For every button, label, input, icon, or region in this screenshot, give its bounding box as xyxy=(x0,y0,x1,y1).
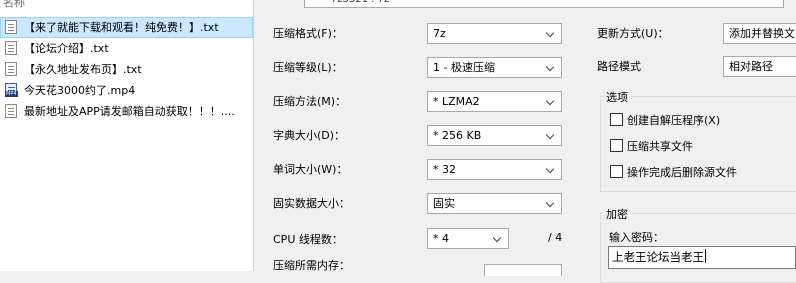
password-label: 输入密码： xyxy=(609,231,664,244)
file-list-item[interactable]: 最新地址及APP请发邮箱自动获取！！！.... xyxy=(0,101,253,122)
format-select[interactable]: 7z xyxy=(427,23,562,44)
file-list-item[interactable]: 今天花3000约了.mp4 xyxy=(0,80,253,101)
method-select[interactable]: * LZMA2 xyxy=(427,91,562,112)
level-label: 压缩等级(L)： xyxy=(273,61,343,74)
path-mode-value: 相对路径 xyxy=(729,60,773,73)
path-mode-label: 路径模式 xyxy=(597,60,641,73)
chevron-down-icon xyxy=(544,58,558,77)
format-label: 压缩格式(F)： xyxy=(273,27,343,40)
cpu-threads-select[interactable]: * 4 xyxy=(427,228,509,249)
password-value: 上老王论坛当老王 xyxy=(612,250,704,264)
solid-size-value: 固实 xyxy=(433,197,455,210)
level-select[interactable]: 1 - 极速压缩 xyxy=(427,57,562,78)
text-file-icon xyxy=(5,41,17,55)
chevron-down-icon xyxy=(544,194,558,213)
method-value: * LZMA2 xyxy=(433,95,480,108)
create-sfx-checkbox[interactable] xyxy=(610,113,623,126)
cpu-threads-total: / 4 xyxy=(548,231,563,244)
file-name: 【论坛介绍】.txt xyxy=(24,42,109,55)
solid-size-select[interactable]: 固实 xyxy=(427,193,562,214)
file-list-item[interactable]: 【论坛介绍】.txt xyxy=(0,38,253,59)
file-name: 最新地址及APP请发邮箱自动获取！！！.... xyxy=(24,105,235,118)
update-mode-value: 添加并替换文 xyxy=(729,27,795,40)
panel-divider[interactable] xyxy=(253,0,254,271)
method-label: 压缩方法(M)： xyxy=(273,95,347,108)
level-value: 1 - 极速压缩 xyxy=(433,61,495,74)
text-file-icon xyxy=(5,104,17,118)
encryption-group-title: 加密 xyxy=(604,206,630,222)
path-mode-select[interactable]: 相对路径 xyxy=(723,56,796,77)
create-sfx-label[interactable]: 创建自解压程序(X) xyxy=(627,112,720,128)
word-size-label: 单词大小(W)： xyxy=(273,163,348,176)
solid-size-label: 固实数据大小： xyxy=(273,197,350,210)
file-name: 【永久地址发布页】.txt xyxy=(24,63,142,76)
password-input[interactable]: 上老王论坛当老王 xyxy=(608,246,796,269)
dict-size-label: 字典大小(D)： xyxy=(273,129,346,142)
name-column-header[interactable]: 名称 xyxy=(0,0,253,10)
file-list: 【来了就能下载和观看！纯免费！】.txt 【论坛介绍】.txt 【永久地址发布页… xyxy=(0,17,253,122)
options-group-title: 选项 xyxy=(604,89,630,105)
chevron-down-icon xyxy=(544,24,558,43)
cpu-threads-label: CPU 线程数： xyxy=(273,233,343,246)
chevron-down-icon xyxy=(491,229,505,248)
format-value: 7z xyxy=(433,27,446,40)
update-mode-select[interactable]: 添加并替换文 xyxy=(723,23,796,44)
chevron-down-icon xyxy=(544,160,558,179)
word-size-select[interactable]: * 32 xyxy=(427,159,562,180)
file-name: 【来了就能下载和观看！纯免费！】.txt xyxy=(24,21,219,34)
video-file-icon xyxy=(5,83,18,97)
file-list-item[interactable]: 【来了就能下载和观看！纯免费！】.txt xyxy=(0,17,253,38)
delete-after-label[interactable]: 操作完成后删除源文件 xyxy=(627,164,737,180)
update-mode-label: 更新方式(U)： xyxy=(597,27,669,40)
cpu-threads-value: * 4 xyxy=(433,232,449,245)
file-list-panel: 名称 【来了就能下载和观看！纯免费！】.txt 【论坛介绍】.txt 【永久地址… xyxy=(0,0,253,271)
chevron-down-icon xyxy=(544,126,558,145)
chevron-down-icon xyxy=(544,92,558,111)
word-size-value: * 32 xyxy=(433,163,456,176)
compress-shared-label[interactable]: 压缩共享文件 xyxy=(627,138,693,154)
dict-size-select[interactable]: * 256 KB xyxy=(427,125,562,146)
dict-size-value: * 256 KB xyxy=(433,129,482,142)
delete-after-checkbox[interactable] xyxy=(610,165,623,178)
text-caret xyxy=(705,249,706,263)
text-file-icon xyxy=(5,62,17,76)
compress-shared-checkbox[interactable] xyxy=(610,139,623,152)
text-file-icon xyxy=(5,20,17,34)
file-list-item[interactable]: 【永久地址发布页】.txt xyxy=(0,59,253,80)
memory-usage-field xyxy=(484,264,562,276)
file-name: 今天花3000约了.mp4 xyxy=(24,84,136,97)
archive-path-input[interactable]: 7z5321 . 7z xyxy=(304,0,784,8)
